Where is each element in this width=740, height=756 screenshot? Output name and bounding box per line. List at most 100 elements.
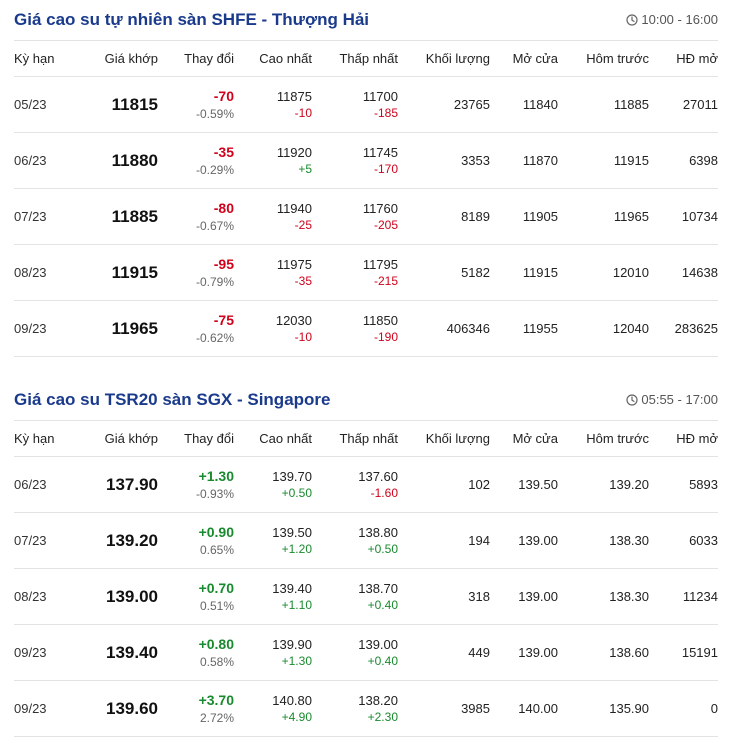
open-cell: 139.00 xyxy=(518,644,558,660)
high-value: 140.80 xyxy=(272,692,312,708)
change-value: +0.90 xyxy=(198,523,234,540)
shfe-header-col-change: Thay đổi xyxy=(158,40,234,77)
price-cell: 139.00 xyxy=(106,586,158,606)
change-value: -80 xyxy=(213,199,234,216)
open-cell: 140.00 xyxy=(518,700,558,716)
shfe-time-text: 10:00 - 16:00 xyxy=(641,12,718,27)
table-row: 05/23 11815 -70 -0.59% 11875 -10 11700 -185 2376… xyxy=(14,76,718,133)
open-cell: 139.00 xyxy=(518,532,558,548)
change-value: -35 xyxy=(213,143,234,160)
shfe-header-col-open-interest: HĐ mở xyxy=(649,40,718,77)
prev-close-cell: 11915 xyxy=(613,152,649,168)
table-row: 09/23 11965 -75 -0.62% 12030 -10 11850 -190 4063… xyxy=(14,300,718,357)
low-value: 138.70 xyxy=(358,580,398,596)
high-value: 11940 xyxy=(276,200,312,216)
change-value: +1.30 xyxy=(198,467,234,484)
shfe-title: Giá cao su tự nhiên sàn SHFE - Thượng Hả… xyxy=(14,10,370,29)
low-value: 11700 xyxy=(362,88,398,104)
low-value: 11850 xyxy=(362,312,398,328)
term-cell: 08/23 xyxy=(14,264,47,280)
change-percent: -0.62% xyxy=(195,330,234,345)
change-percent: -0.29% xyxy=(195,162,234,177)
price-cell: 137.90 xyxy=(106,474,158,494)
change-percent: -0.93% xyxy=(195,486,234,501)
volume-cell: 102 xyxy=(468,476,490,492)
term-cell: 05/23 xyxy=(14,96,47,112)
table-row: 07/23 139.20 +0.90 0.65% 139.50 +1.20 138.80 +0… xyxy=(14,512,718,569)
open-cell: 11905 xyxy=(522,208,558,224)
table-row: 08/23 11915 -95 -0.79% 11975 -35 11795 -215 5182… xyxy=(14,244,718,301)
change-value: +3.70 xyxy=(198,691,234,708)
shfe-header-col-volume: Khối lượng xyxy=(398,40,490,77)
low-value: 139.00 xyxy=(358,636,398,652)
change-percent: -0.67% xyxy=(195,218,234,233)
prev-close-cell: 138.30 xyxy=(609,532,649,548)
shfe-trading-hours: 10:00 - 16:00 xyxy=(626,12,718,27)
sgx-header-col-open: Mở cửa xyxy=(490,420,558,457)
prev-close-cell: 11885 xyxy=(613,96,649,112)
volume-cell: 406346 xyxy=(446,320,490,336)
shfe-header-col-price: Giá khớp xyxy=(80,40,158,77)
table-row: 06/23 11880 -35 -0.29% 11920 +5 11745 -170 3353 1… xyxy=(14,132,718,189)
high-value: 11975 xyxy=(276,256,312,272)
open-cell: 11915 xyxy=(522,264,558,280)
low-change: -1.60 xyxy=(370,486,398,501)
sgx-header: Giá cao su TSR20 sàn SGX - Singapore 05:… xyxy=(14,380,718,420)
high-change: -25 xyxy=(294,218,312,233)
sgx-header-col-change: Thay đổi xyxy=(158,420,234,457)
open-cell: 11870 xyxy=(522,152,558,168)
price-cell: 11885 xyxy=(111,206,158,226)
sgx-header-col-open-interest: HĐ mở xyxy=(649,420,718,457)
high-value: 139.70 xyxy=(272,468,312,484)
sgx-title: Giá cao su TSR20 sàn SGX - Singapore xyxy=(14,390,331,409)
high-change: +0.50 xyxy=(281,486,312,501)
sgx-header-col-volume: Khối lượng xyxy=(398,420,490,457)
prev-close-cell: 139.20 xyxy=(609,476,649,492)
clock-icon xyxy=(626,13,638,26)
price-cell: 11815 xyxy=(111,94,158,114)
shfe-header-col-open: Mở cửa xyxy=(490,40,558,77)
low-change: +0.40 xyxy=(367,654,398,669)
sgx-header-col-term: Kỳ hạn xyxy=(14,420,80,457)
term-cell: 09/23 xyxy=(14,700,47,716)
shfe-header: Giá cao su tự nhiên sàn SHFE - Thượng Hả… xyxy=(14,0,718,40)
price-cell: 11915 xyxy=(111,262,158,282)
low-value: 11760 xyxy=(362,200,398,216)
sgx-trading-hours: 05:55 - 17:00 xyxy=(626,392,718,407)
change-percent: 0.51% xyxy=(199,598,234,613)
volume-cell: 449 xyxy=(468,644,490,660)
low-change: +2.30 xyxy=(367,710,398,725)
price-cell: 11880 xyxy=(111,150,158,170)
table-row: 08/23 139.00 +0.70 0.51% 139.40 +1.10 138.70 +0… xyxy=(14,568,718,625)
price-cell: 11965 xyxy=(111,318,158,338)
low-change: +0.40 xyxy=(367,598,398,613)
sgx-header-col-low: Thấp nhất xyxy=(312,420,398,457)
sgx-table: Kỳ hạn Giá khớp Thay đổi Cao nhất Thấp nhất K… xyxy=(14,420,718,737)
high-value: 11920 xyxy=(276,144,312,160)
high-change: -10 xyxy=(294,330,312,345)
low-value: 137.60 xyxy=(358,468,398,484)
open-cell: 139.50 xyxy=(518,476,558,492)
change-value: -70 xyxy=(213,87,234,104)
volume-cell: 5182 xyxy=(461,264,490,280)
table-row: 09/23 139.60 +3.70 2.72% 140.80 +4.90 138.20 +2… xyxy=(14,680,718,737)
high-value: 11875 xyxy=(276,88,312,104)
high-change: +1.20 xyxy=(281,542,312,557)
shfe-header-col-term: Kỳ hạn xyxy=(14,40,80,77)
shfe-header-col-prev: Hôm trước xyxy=(558,40,649,77)
price-cell: 139.60 xyxy=(106,698,158,718)
open-interest-cell: 5893 xyxy=(689,476,718,492)
shfe-header-col-low: Thấp nhất xyxy=(312,40,398,77)
change-value: +0.70 xyxy=(198,579,234,596)
sgx-header-col-high: Cao nhất xyxy=(234,420,312,457)
open-interest-cell: 27011 xyxy=(682,96,718,112)
volume-cell: 194 xyxy=(468,532,490,548)
high-change: -35 xyxy=(294,274,312,289)
open-interest-cell: 6398 xyxy=(689,152,718,168)
volume-cell: 3985 xyxy=(461,700,490,716)
term-cell: 07/23 xyxy=(14,208,47,224)
sgx-time-text: 05:55 - 17:00 xyxy=(641,392,718,407)
term-cell: 07/23 xyxy=(14,532,47,548)
price-cell: 139.20 xyxy=(106,530,158,550)
high-change: +1.30 xyxy=(281,654,312,669)
